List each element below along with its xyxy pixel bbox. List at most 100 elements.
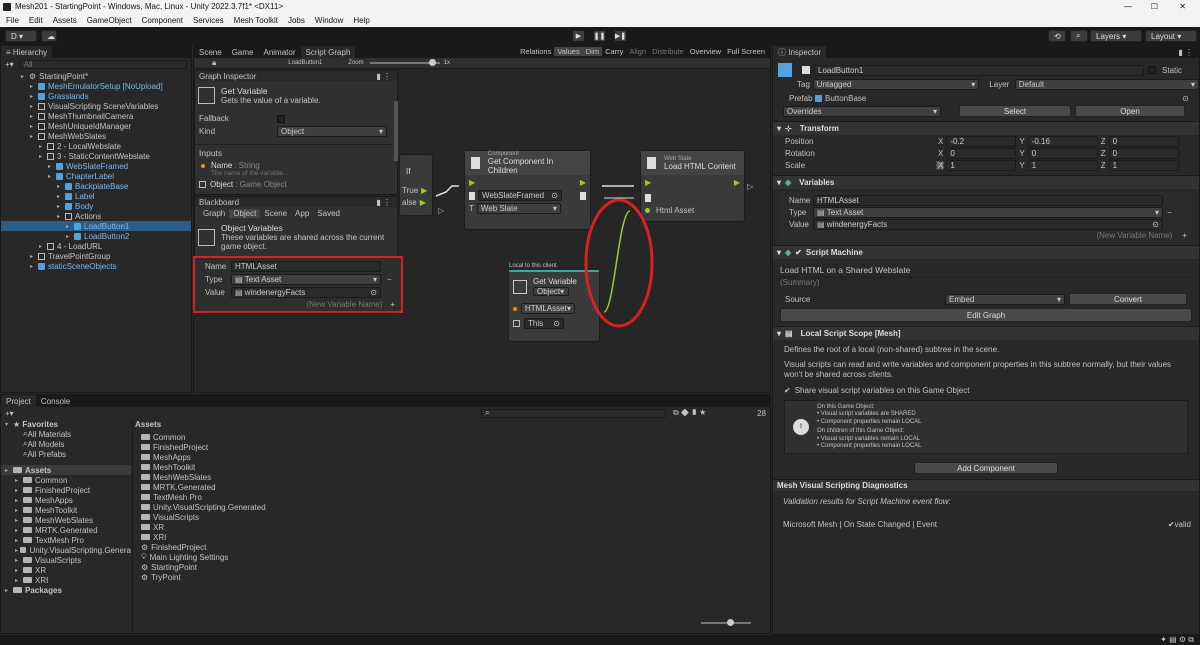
object-name-field[interactable]: LoadButton1: [814, 64, 1144, 76]
asset-tree-item[interactable]: ▸ TextMesh Pro: [1, 535, 131, 545]
layout-dropdown[interactable]: Layout ▾: [1145, 30, 1197, 42]
layer-dropdown[interactable]: Default ▾: [1014, 78, 1199, 90]
expand-arrow-icon[interactable]: ▸: [57, 213, 65, 220]
constrain-icon[interactable]: ⛓: [935, 161, 945, 170]
variables-header[interactable]: ▾ ◈ Variables: [773, 175, 1199, 189]
convert-button[interactable]: Convert: [1069, 293, 1187, 305]
expand-arrow-icon[interactable]: ▸: [57, 203, 65, 210]
expand-arrow-icon[interactable]: ▸: [30, 113, 38, 120]
local-scope-header[interactable]: ▾ ▤ Local Script Scope [Mesh]: [773, 326, 1199, 340]
asset-tree-item[interactable]: ▸ MeshWebSlates: [1, 515, 131, 525]
transform-position-z-field[interactable]: 0: [1108, 135, 1179, 147]
hierarchy-item[interactable]: ▸ MeshEmulatorSetup [NoUpload]: [1, 81, 191, 91]
expand-arrow-icon[interactable]: ▸: [15, 487, 23, 494]
expand-arrow-icon[interactable]: ▸: [48, 173, 56, 180]
expand-arrow-icon[interactable]: ▸: [30, 123, 38, 130]
asset-tree-item[interactable]: ▸ XRI: [1, 575, 131, 585]
asset-list-item[interactable]: Common: [133, 432, 770, 442]
menu-mesh-toolkit[interactable]: Mesh Toolkit: [234, 16, 278, 25]
expand-arrow-icon[interactable]: ▸: [30, 133, 38, 140]
icon-size-slider[interactable]: [701, 619, 751, 626]
favorites-header[interactable]: ▾ ★ Favorites: [1, 419, 131, 429]
script-machine-header[interactable]: ▾ ◈ ✔ Script Machine: [773, 245, 1199, 259]
asset-list-item[interactable]: MeshApps: [133, 452, 770, 462]
hierarchy-item[interactable]: ▸ VisualScripting SceneVariables: [1, 101, 191, 111]
cloud-button[interactable]: ☁: [41, 30, 57, 42]
menu-gameobject[interactable]: GameObject: [87, 16, 132, 25]
hierarchy-item[interactable]: ▸ ⚙ StartingPoint*: [1, 71, 191, 81]
source-dropdown[interactable]: Embed ▾: [945, 293, 1065, 305]
expand-arrow-icon[interactable]: ▸: [39, 243, 47, 250]
step-button[interactable]: ▶❚: [614, 30, 627, 42]
asset-list-item[interactable]: FinishedProject: [133, 442, 770, 452]
tab-console[interactable]: Console: [36, 395, 75, 407]
expand-arrow-icon[interactable]: ▸: [15, 537, 23, 544]
select-button[interactable]: Select: [959, 105, 1071, 117]
transform-scale-z-field[interactable]: 1: [1108, 159, 1179, 171]
transform-rotation-x-field[interactable]: 0: [946, 147, 1017, 159]
static-checkbox[interactable]: [1148, 66, 1156, 74]
expand-arrow-icon[interactable]: ▸: [30, 103, 38, 110]
hierarchy-item[interactable]: ▸ MeshThumbnailCamera: [1, 111, 191, 121]
menu-window[interactable]: Window: [315, 16, 343, 25]
asset-list-item[interactable]: MeshToolkit: [133, 462, 770, 472]
hierarchy-item[interactable]: ▸ Body: [1, 201, 191, 211]
expand-arrow-icon[interactable]: ▸: [15, 577, 23, 584]
add-component-button[interactable]: Add Component: [914, 462, 1058, 474]
menu-assets[interactable]: Assets: [53, 16, 77, 25]
expand-arrow-icon[interactable]: ▸: [30, 83, 38, 90]
var-remove-button[interactable]: −: [1167, 208, 1172, 217]
asset-tree-item[interactable]: ▸ Packages: [1, 585, 131, 595]
asset-list-item[interactable]: MeshWebSlates: [133, 472, 770, 482]
hierarchy-item[interactable]: ▸ staticSceneObjects: [1, 261, 191, 271]
expand-arrow-icon[interactable]: ▸: [39, 153, 47, 160]
expand-arrow-icon[interactable]: ▸: [48, 163, 56, 170]
var-value-field[interactable]: ▤ windenergyFacts ⊙: [813, 218, 1163, 230]
hierarchy-item[interactable]: ▸ LoadButton1: [1, 221, 191, 231]
add-icon[interactable]: +▾: [5, 409, 14, 418]
transform-position-y-field[interactable]: -0.16: [1027, 135, 1098, 147]
transform-header[interactable]: ▾ ⊹ Transform: [773, 121, 1199, 135]
account-dropdown[interactable]: D ▾: [5, 30, 37, 42]
transform-scale-x-field[interactable]: 1: [946, 159, 1017, 171]
expand-arrow-icon[interactable]: ▸: [30, 263, 38, 270]
expand-arrow-icon[interactable]: ▸: [15, 477, 23, 484]
var-name-field[interactable]: HTMLAsset: [813, 194, 1163, 206]
expand-arrow-icon[interactable]: ▸: [15, 567, 23, 574]
hierarchy-item[interactable]: ▸ TravelPointGroup: [1, 251, 191, 261]
transform-rotation-z-field[interactable]: 0: [1108, 147, 1179, 159]
expand-arrow-icon[interactable]: ▸: [30, 93, 38, 100]
hierarchy-item[interactable]: ▸ MeshWebSlates: [1, 131, 191, 141]
hierarchy-item[interactable]: ▸ Label: [1, 191, 191, 201]
play-button[interactable]: ▶: [572, 30, 585, 42]
asset-list-item[interactable]: XRI: [133, 532, 770, 542]
asset-tree-item[interactable]: ▸ FinishedProject: [1, 485, 131, 495]
edit-graph-button[interactable]: Edit Graph: [780, 308, 1192, 322]
hierarchy-tab[interactable]: ≡ Hierarchy: [1, 46, 53, 58]
asset-tree-item[interactable]: ▸ VisualScripts: [1, 555, 131, 565]
hierarchy-item[interactable]: ▸ MeshUniqueIdManager: [1, 121, 191, 131]
hierarchy-search-input[interactable]: All: [19, 59, 187, 69]
expand-arrow-icon[interactable]: ▸: [15, 527, 23, 534]
asset-tree-item[interactable]: ▸ Unity.VisualScripting.Genera: [1, 545, 131, 555]
pause-button[interactable]: ❚❚: [593, 30, 606, 42]
transform-rotation-y-field[interactable]: 0: [1027, 147, 1098, 159]
expand-arrow-icon[interactable]: ▸: [66, 223, 74, 230]
asset-list-item[interactable]: XR: [133, 522, 770, 532]
hierarchy-item[interactable]: ▸ 3 - StaticContentWebslate: [1, 151, 191, 161]
hierarchy-item[interactable]: ▸ 4 - LoadURL: [1, 241, 191, 251]
overrides-dropdown[interactable]: Overrides ▾: [783, 105, 941, 117]
expand-arrow-icon[interactable]: ▸: [57, 193, 65, 200]
inspector-tab[interactable]: ⓘ Inspector: [773, 46, 827, 58]
asset-list-item[interactable]: Unity.VisualScripting.Generated: [133, 502, 770, 512]
graph-title-field[interactable]: Load HTML on a Shared Webslate: [780, 263, 1192, 278]
asset-list-item[interactable]: ⚙ TryPoint: [133, 572, 770, 582]
hierarchy-item[interactable]: ▸ 2 - LocalWebslate: [1, 141, 191, 151]
menu-component[interactable]: Component: [142, 16, 183, 25]
open-button[interactable]: Open: [1075, 105, 1185, 117]
menu-edit[interactable]: Edit: [29, 16, 43, 25]
hierarchy-item[interactable]: ▸ WebSlateFramed: [1, 161, 191, 171]
favorite-item[interactable]: ⌕ All Models: [1, 439, 131, 449]
inspector-scrollbar[interactable]: [394, 101, 398, 161]
summary-field[interactable]: (Summary): [780, 278, 1192, 289]
